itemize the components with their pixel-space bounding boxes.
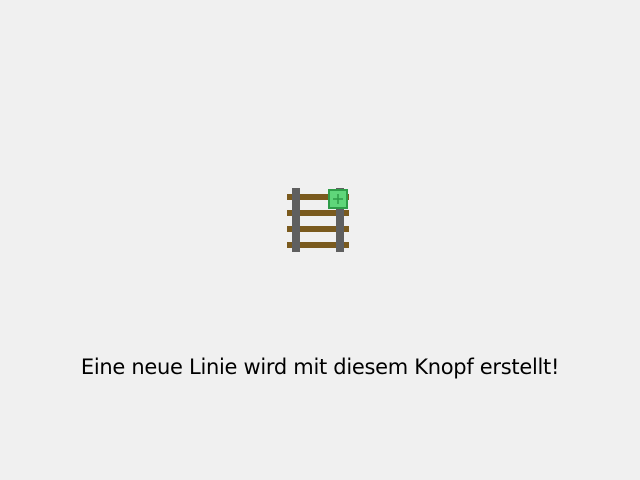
tutorial-screen: Eine neue Linie wird mit diesem Knopf er… [0, 0, 640, 480]
new-line-button[interactable] [285, 185, 351, 255]
hint-text: Eine neue Linie wird mit diesem Knopf er… [80, 355, 560, 379]
rail-left [292, 188, 300, 252]
plus-icon [328, 189, 348, 209]
new-rail-line-icon [287, 188, 349, 252]
